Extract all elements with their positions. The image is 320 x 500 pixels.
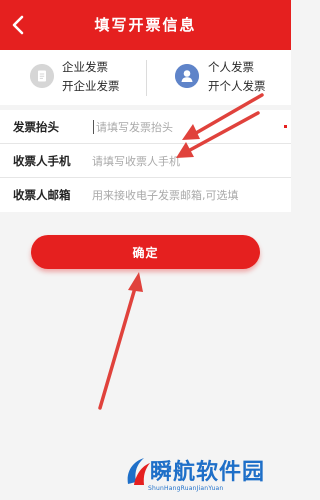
invoice-title-label: 发票抬头 xyxy=(13,120,59,134)
invoice-form: 发票抬头 收票人手机 收票人邮箱 xyxy=(0,110,291,212)
form-row-recipient-email: 收票人邮箱 xyxy=(0,178,291,212)
watermark-name: 瞬航软件园 xyxy=(150,460,266,485)
required-marker xyxy=(284,125,287,128)
page-title: 填写开票信息 xyxy=(94,16,197,34)
person-icon xyxy=(175,64,199,88)
invoice-type-selector: 企业发票 开企业发票 个人发票 开个人发票 xyxy=(0,50,291,105)
company-invoice-text: 企业发票 开企业发票 xyxy=(62,58,120,96)
personal-invoice-title: 个人发票 xyxy=(208,60,254,74)
recipient-phone-label: 收票人手机 xyxy=(13,154,71,168)
recipient-phone-input[interactable] xyxy=(92,151,282,171)
watermark-logo-icon xyxy=(127,458,150,485)
form-row-recipient-phone: 收票人手机 xyxy=(0,144,291,178)
company-invoice-title: 企业发票 xyxy=(62,60,108,74)
site-watermark: 瞬航软件园 ShunHangRuanJianYuan xyxy=(124,452,284,498)
recipient-email-input[interactable] xyxy=(92,185,282,205)
personal-invoice-text: 个人发票 开个人发票 xyxy=(208,58,266,96)
form-row-invoice-title: 发票抬头 xyxy=(0,110,291,144)
company-invoice-subtitle: 开企业发票 xyxy=(62,79,120,93)
watermark-url: ShunHangRuanJianYuan xyxy=(148,485,224,492)
company-invoice-option[interactable]: 企业发票 开企业发票 xyxy=(0,50,146,105)
invoice-title-input[interactable] xyxy=(92,117,282,137)
confirm-button[interactable]: 确定 xyxy=(31,235,260,269)
header-bar: 填写开票信息 xyxy=(0,0,291,50)
annotation-arrow-to-confirm xyxy=(98,272,143,410)
personal-invoice-subtitle: 开个人发票 xyxy=(208,79,266,93)
personal-invoice-option[interactable]: 个人发票 开个人发票 xyxy=(146,50,291,105)
recipient-email-label: 收票人邮箱 xyxy=(13,188,71,202)
document-icon xyxy=(30,64,54,88)
